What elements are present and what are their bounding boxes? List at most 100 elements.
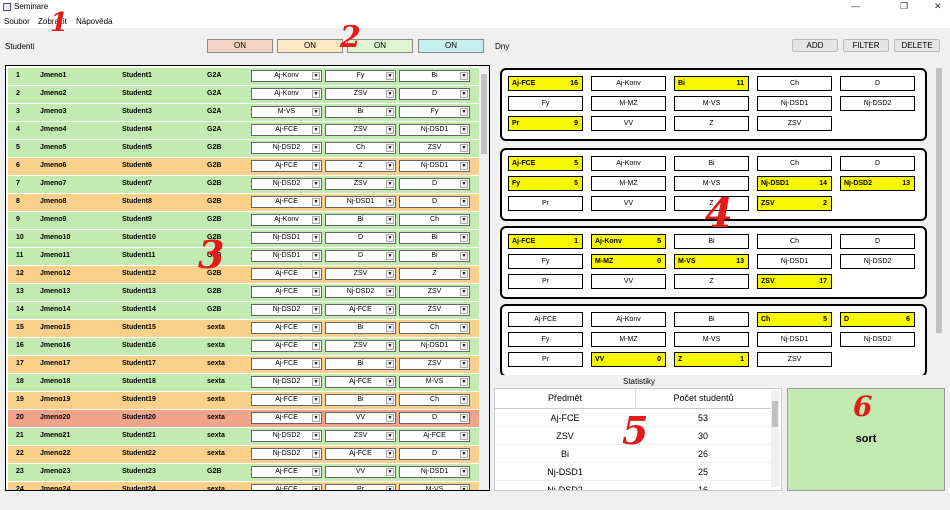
subject-select-3[interactable]: Bi ▼	[399, 250, 470, 262]
dropdown-arrow-icon[interactable]: ▼	[386, 144, 394, 152]
dropdown-arrow-icon[interactable]: ▼	[386, 324, 394, 332]
subject-select-2[interactable]: Pr ▼	[325, 484, 396, 490]
subject-select-2[interactable]: ZSV ▼	[325, 178, 396, 190]
subject-cell[interactable]: Nj-DSD1	[757, 254, 832, 269]
on-toggle-4[interactable]: ON	[418, 39, 484, 53]
subject-cell[interactable]: Nj-DSD2	[840, 96, 915, 111]
maximize-button[interactable]: ❐	[900, 1, 908, 12]
subject-cell[interactable]: ZSV	[757, 116, 832, 131]
subject-select-2[interactable]: Bi ▼	[325, 214, 396, 226]
subject-select-1[interactable]: Aj-FCE ▼	[251, 484, 322, 490]
subject-cell[interactable]: Ch 5	[757, 312, 832, 327]
student-row[interactable]: 3 Jmeno3 Student3 G2A M-VS ▼ Bi ▼ Fy ▼	[8, 104, 479, 121]
dropdown-arrow-icon[interactable]: ▼	[312, 396, 320, 404]
dropdown-arrow-icon[interactable]: ▼	[312, 306, 320, 314]
subject-cell[interactable]: Pr	[508, 196, 583, 211]
scrollbar-thumb[interactable]	[772, 401, 778, 427]
menu-soubor[interactable]: Soubor	[4, 17, 30, 26]
subject-select-2[interactable]: Nj-DSD1 ▼	[325, 196, 396, 208]
subject-cell[interactable]: Nj-DSD1 14	[757, 176, 832, 191]
dropdown-arrow-icon[interactable]: ▼	[460, 180, 468, 188]
subject-select-1[interactable]: Aj-FCE ▼	[251, 160, 322, 172]
minimize-button[interactable]: —	[851, 1, 860, 11]
subject-cell[interactable]: Fy	[508, 96, 583, 111]
dropdown-arrow-icon[interactable]: ▼	[386, 216, 394, 224]
dropdown-arrow-icon[interactable]: ▼	[312, 432, 320, 440]
dropdown-arrow-icon[interactable]: ▼	[460, 252, 468, 260]
student-row[interactable]: 22 Jmeno22 Student22 sexta Nj-DSD2 ▼ Aj-FCE ▼ D ▼	[8, 446, 479, 463]
subject-select-1[interactable]: Aj-FCE ▼	[251, 412, 322, 424]
subject-select-3[interactable]: Nj-DSD1 ▼	[399, 124, 470, 136]
stats-row[interactable]: Nj-DSD2 16	[495, 481, 771, 490]
student-row[interactable]: 19 Jmeno19 Student19 sexta Aj-FCE ▼ Bi ▼ Ch ▼	[8, 392, 479, 409]
subject-cell[interactable]: Ch	[757, 234, 832, 249]
subject-select-2[interactable]: D ▼	[325, 250, 396, 262]
student-row[interactable]: 11 Jmeno11 Student11 G2B Nj-DSD1 ▼ D ▼ Bi ▼	[8, 248, 479, 265]
subject-select-2[interactable]: ZSV ▼	[325, 268, 396, 280]
subject-cell[interactable]: Z	[674, 116, 749, 131]
dropdown-arrow-icon[interactable]: ▼	[386, 468, 394, 476]
stats-row[interactable]: Nj-DSD1 25	[495, 463, 771, 481]
dropdown-arrow-icon[interactable]: ▼	[312, 180, 320, 188]
subject-select-1[interactable]: Nj-DSD2 ▼	[251, 376, 322, 388]
scrollbar-thumb[interactable]	[481, 74, 487, 154]
subject-cell[interactable]: Aj-Konv 5	[591, 234, 666, 249]
dropdown-arrow-icon[interactable]: ▼	[460, 306, 468, 314]
dropdown-arrow-icon[interactable]: ▼	[312, 450, 320, 458]
dropdown-arrow-icon[interactable]: ▼	[312, 144, 320, 152]
subject-cell[interactable]: Aj-Konv	[591, 156, 666, 171]
subject-cell[interactable]: Pr	[508, 274, 583, 289]
subject-select-2[interactable]: VV ▼	[325, 466, 396, 478]
subject-select-2[interactable]: ZSV ▼	[325, 88, 396, 100]
student-row[interactable]: 4 Jmeno4 Student4 G2A Aj-FCE ▼ ZSV ▼ Nj-DSD1 ▼	[8, 122, 479, 139]
student-row[interactable]: 17 Jmeno17 Student17 sexta Aj-FCE ▼ Bi ▼ ZSV ▼	[8, 356, 479, 373]
dropdown-arrow-icon[interactable]: ▼	[386, 108, 394, 116]
subject-select-3[interactable]: Ch ▼	[399, 214, 470, 226]
dropdown-arrow-icon[interactable]: ▼	[386, 234, 394, 242]
delete-button[interactable]: DELETE	[894, 39, 940, 52]
subject-cell[interactable]: VV	[591, 274, 666, 289]
subject-cell[interactable]: Aj-FCE 1	[508, 234, 583, 249]
subject-select-1[interactable]: Aj-Konv ▼	[251, 214, 322, 226]
subject-select-1[interactable]: Aj-FCE ▼	[251, 340, 322, 352]
subject-cell[interactable]: D	[840, 76, 915, 91]
dropdown-arrow-icon[interactable]: ▼	[460, 198, 468, 206]
subject-select-2[interactable]: ZSV ▼	[325, 430, 396, 442]
dropdown-arrow-icon[interactable]: ▼	[312, 252, 320, 260]
student-row[interactable]: 16 Jmeno16 Student16 sexta Aj-FCE ▼ ZSV ▼ Nj-DSD…	[8, 338, 479, 355]
subject-cell[interactable]: D	[840, 156, 915, 171]
student-list[interactable]: 1 Jmeno1 Student1 G2A Aj-Konv ▼ Fy ▼ Bi ▼ 2 Jmeno2 S…	[5, 65, 490, 491]
subject-cell[interactable]: M-VS	[674, 96, 749, 111]
dropdown-arrow-icon[interactable]: ▼	[386, 396, 394, 404]
subject-cell[interactable]: M-VS 13	[674, 254, 749, 269]
subject-select-1[interactable]: Aj-FCE ▼	[251, 466, 322, 478]
groups-scrollbar[interactable]	[935, 68, 943, 346]
dropdown-arrow-icon[interactable]: ▼	[386, 180, 394, 188]
subject-cell[interactable]: Pr 9	[508, 116, 583, 131]
subject-select-3[interactable]: D ▼	[399, 196, 470, 208]
subject-cell[interactable]: Aj-FCE 5	[508, 156, 583, 171]
dropdown-arrow-icon[interactable]: ▼	[386, 486, 394, 490]
dropdown-arrow-icon[interactable]: ▼	[386, 162, 394, 170]
subject-select-1[interactable]: Aj-FCE ▼	[251, 268, 322, 280]
subject-select-2[interactable]: Bi ▼	[325, 358, 396, 370]
dropdown-arrow-icon[interactable]: ▼	[460, 288, 468, 296]
dropdown-arrow-icon[interactable]: ▼	[386, 90, 394, 98]
subject-select-2[interactable]: Aj-FCE ▼	[325, 376, 396, 388]
dropdown-arrow-icon[interactable]: ▼	[386, 252, 394, 260]
subject-cell[interactable]: Fy	[508, 254, 583, 269]
student-row[interactable]: 14 Jmeno14 Student14 G2B Nj-DSD2 ▼ Aj-FCE ▼ ZSV ▼	[8, 302, 479, 319]
dropdown-arrow-icon[interactable]: ▼	[312, 468, 320, 476]
dropdown-arrow-icon[interactable]: ▼	[460, 162, 468, 170]
dropdown-arrow-icon[interactable]: ▼	[460, 432, 468, 440]
student-list-scrollbar[interactable]	[479, 66, 489, 490]
subject-select-3[interactable]: Ch ▼	[399, 322, 470, 334]
subject-cell[interactable]: Aj-Konv	[591, 76, 666, 91]
subject-select-3[interactable]: ZSV ▼	[399, 304, 470, 316]
dropdown-arrow-icon[interactable]: ▼	[460, 126, 468, 134]
subject-select-3[interactable]: Nj-DSD1 ▼	[399, 160, 470, 172]
dropdown-arrow-icon[interactable]: ▼	[386, 198, 394, 206]
subject-cell[interactable]: M-MZ	[591, 332, 666, 347]
subject-select-2[interactable]: ZSV ▼	[325, 124, 396, 136]
student-row[interactable]: 9 Jmeno9 Student9 G2B Aj-Konv ▼ Bi ▼ Ch ▼	[8, 212, 479, 229]
